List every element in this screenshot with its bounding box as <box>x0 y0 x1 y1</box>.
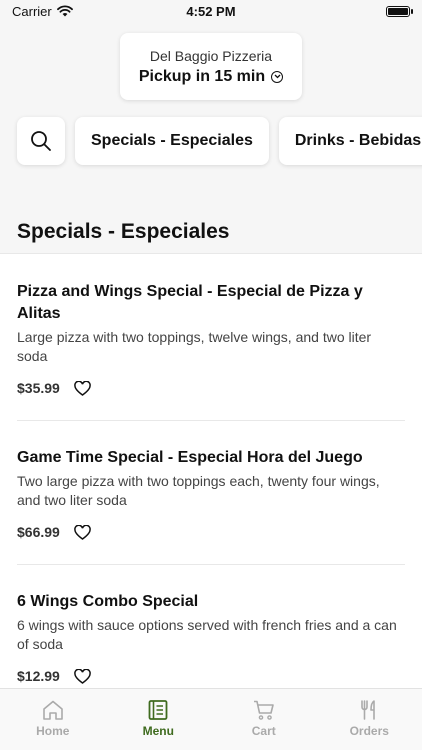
cart-icon <box>253 700 274 720</box>
tab-home[interactable]: Home <box>0 689 106 750</box>
section-title: Specials - Especiales <box>17 220 230 243</box>
home-icon <box>42 700 63 720</box>
pickup-row: Pickup in 15 min <box>138 67 284 86</box>
pickup-time-label: Pickup in 15 min <box>138 67 266 85</box>
category-chip-drinks[interactable]: Drinks - Bebidas <box>278 117 422 165</box>
menu-item-list: Pizza and Wings Special - Especial de Pi… <box>0 253 422 688</box>
search-icon <box>31 131 51 151</box>
tab-label: Home <box>36 724 70 738</box>
item-name: Game Time Special - Especial Hora del Ju… <box>17 449 363 466</box>
tab-label: Cart <box>251 724 276 738</box>
wifi-icon <box>56 5 73 17</box>
category-bar: Specials - Especiales Drinks - Bebidas <box>17 117 422 165</box>
tab-cart[interactable]: Cart <box>211 689 317 750</box>
carrier-label: Carrier <box>12 3 52 19</box>
store-pickup-selector[interactable]: Del Baggio Pizzeria Pickup in 15 min <box>120 33 302 100</box>
item-name: Pizza and Wings Special - Especial de Pi… <box>17 283 363 322</box>
menu-item-6-wings-combo[interactable]: 6 Wings Combo Special 6 wings with sauce… <box>17 565 405 688</box>
store-name: Del Baggio Pizzeria <box>149 47 273 64</box>
item-price: $12.99 <box>17 668 60 684</box>
item-price: $35.99 <box>17 380 60 396</box>
status-bar: Carrier 4:52 PM <box>0 0 422 22</box>
item-description: 6 wings with sauce options served with f… <box>17 617 397 652</box>
tab-label: Orders <box>349 724 389 738</box>
tab-label: Menu <box>142 724 174 738</box>
favorite-heart-icon[interactable] <box>74 668 91 684</box>
category-chip-specials[interactable]: Specials - Especiales <box>75 117 269 165</box>
tab-menu[interactable]: Menu <box>106 689 212 750</box>
tab-orders[interactable]: Orders <box>317 689 422 750</box>
favorite-heart-icon[interactable] <box>74 380 91 396</box>
search-button[interactable] <box>17 117 65 165</box>
item-footer: $35.99 <box>17 380 405 396</box>
item-footer: $66.99 <box>17 524 405 540</box>
menu-item-game-time-special[interactable]: Game Time Special - Especial Hora del Ju… <box>17 421 405 565</box>
tab-bar: Home Menu Cart Orders <box>0 688 422 750</box>
item-description: Two large pizza with two toppings each, … <box>17 473 380 508</box>
battery-icon <box>386 5 413 17</box>
item-description: Large pizza with two toppings, twelve wi… <box>17 329 372 364</box>
menu-icon <box>148 700 168 720</box>
menu-item-pizza-wings-special[interactable]: Pizza and Wings Special - Especial de Pi… <box>17 254 405 421</box>
item-name: 6 Wings Combo Special <box>17 593 199 610</box>
orders-icon <box>361 700 376 720</box>
favorite-heart-icon[interactable] <box>74 524 91 540</box>
chevron-down-icon <box>271 70 284 83</box>
item-footer: $12.99 <box>17 668 405 684</box>
status-left: Carrier <box>12 4 73 19</box>
item-price: $66.99 <box>17 524 60 540</box>
